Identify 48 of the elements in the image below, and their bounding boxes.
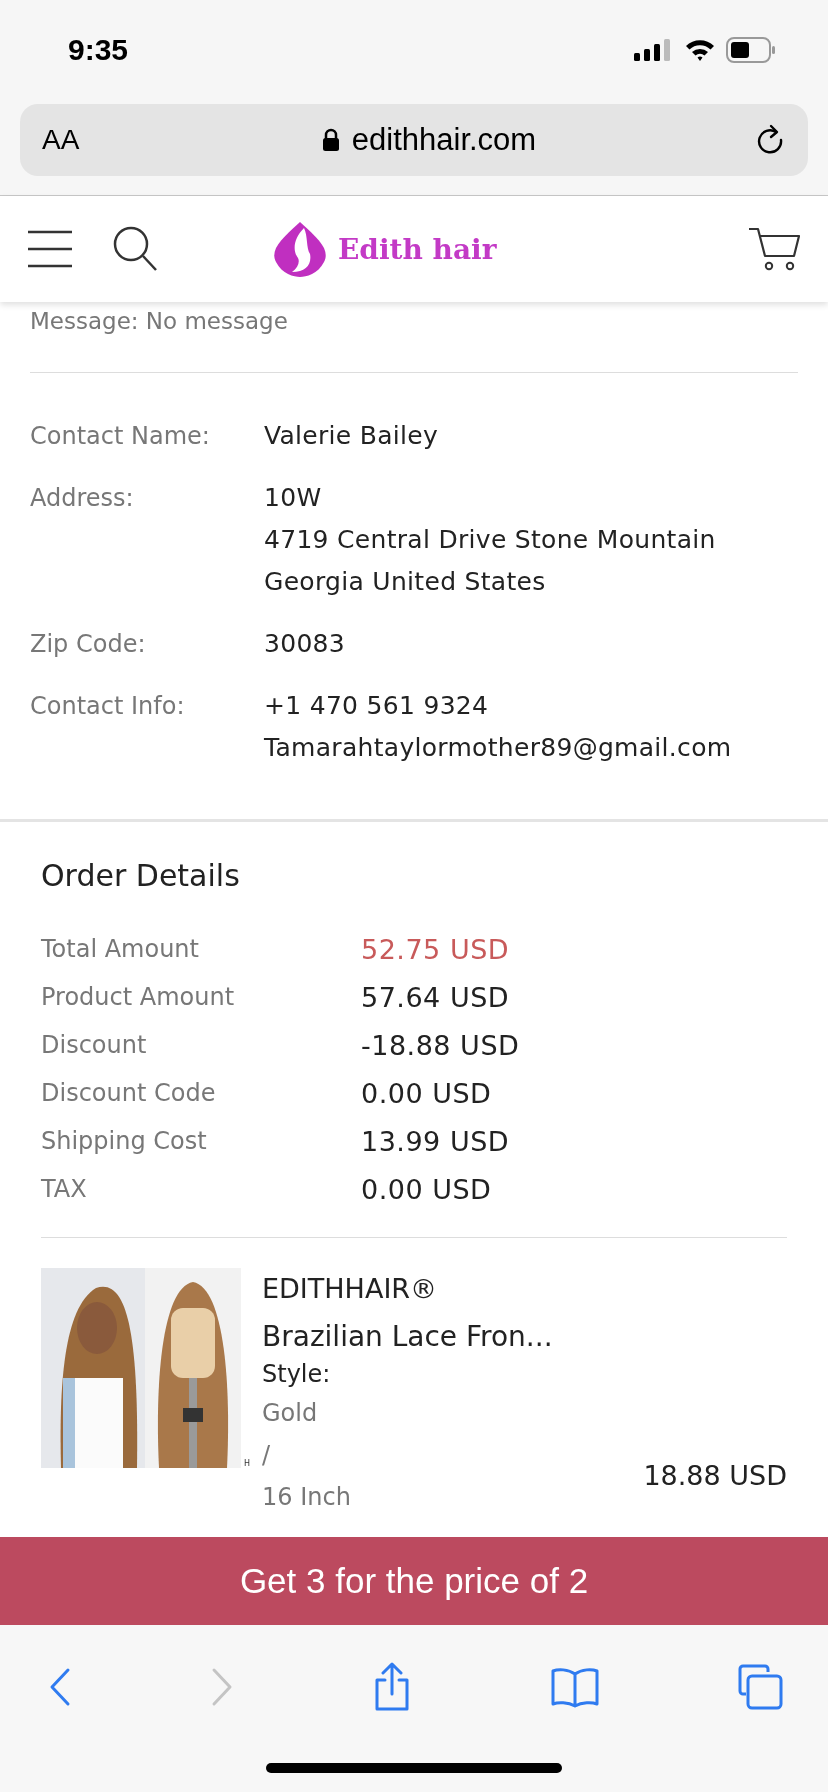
style-option: Gold xyxy=(262,1392,553,1434)
field-value: 4719 Central Drive Stone Mountain xyxy=(264,524,716,556)
amount-value: 57.64 USD xyxy=(361,981,510,1013)
amount-label: Discount Code xyxy=(41,1079,217,1107)
style-option: / xyxy=(262,1434,553,1476)
wifi-icon xyxy=(684,38,716,62)
field-value: Tamarahtaylormother89@gmail.com xyxy=(264,732,732,764)
amount-label: Discount xyxy=(41,1031,148,1059)
tabs-icon[interactable] xyxy=(738,1664,784,1710)
back-icon[interactable] xyxy=(48,1667,72,1707)
field-value: 30083 xyxy=(264,628,346,660)
amount-label: Product Amount xyxy=(41,983,236,1011)
logo-text: Edith hair xyxy=(338,232,497,266)
lock-icon xyxy=(321,128,340,152)
style-option: 16 Inch xyxy=(262,1476,553,1518)
url-text: edithhair.com xyxy=(351,122,537,158)
amount-value: 0.00 USD xyxy=(361,1077,492,1109)
section-title: Order Details xyxy=(41,858,241,893)
field-value: Georgia United States xyxy=(264,566,547,598)
message-text: Message: No message xyxy=(30,307,289,336)
amount-label: Total Amount xyxy=(41,935,200,963)
amount-value: 0.00 USD xyxy=(361,1173,492,1205)
style-label: Style: xyxy=(262,1359,332,1390)
amount-label: Shipping Cost xyxy=(41,1127,208,1155)
cart-icon[interactable] xyxy=(748,226,800,272)
field-label: Contact Info: xyxy=(30,691,186,722)
amount-value: 13.99 USD xyxy=(361,1125,510,1157)
field-value: 10W xyxy=(264,482,323,514)
image-mark: H xyxy=(244,1459,250,1468)
field-label: Zip Code: xyxy=(30,629,147,660)
product-price: 18.88 USD xyxy=(643,1460,787,1491)
amount-label: TAX xyxy=(41,1175,88,1203)
battery-icon xyxy=(726,37,776,63)
field-label: Contact Name: xyxy=(30,421,211,452)
promo-banner[interactable]: Get 3 for the price of 2 xyxy=(0,1537,828,1625)
search-icon[interactable] xyxy=(112,225,158,273)
product-brand: EDITHHAIR® xyxy=(262,1272,439,1306)
amount-value: 52.75 USD xyxy=(361,933,510,965)
status-time: 9:35 xyxy=(68,33,129,67)
address-bar[interactable]: AA edithhair.com xyxy=(20,104,808,176)
amount-value: -18.88 USD xyxy=(361,1029,520,1061)
field-label: Address: xyxy=(30,483,135,514)
field-value: +1 470 561 9324 xyxy=(264,690,490,722)
menu-icon[interactable] xyxy=(28,230,72,268)
product-name[interactable]: Brazilian Lace Fron... xyxy=(262,1318,553,1356)
field-value: Valerie Bailey xyxy=(264,420,439,452)
text-size-button[interactable]: AA xyxy=(42,124,102,156)
book-icon[interactable] xyxy=(550,1666,600,1708)
